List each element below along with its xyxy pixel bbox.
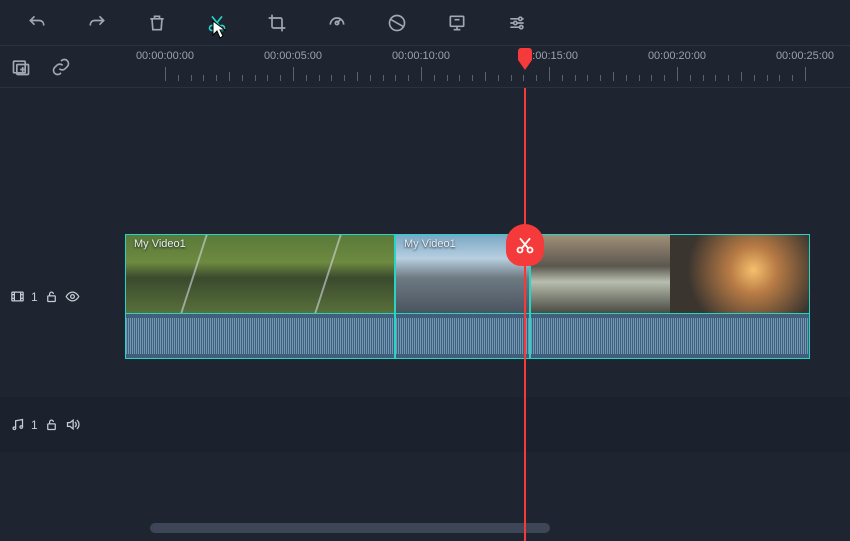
ruler-label: 00:00:10:00 — [392, 50, 450, 62]
ruler-tools — [0, 46, 125, 87]
clip-label: My Video1 — [404, 238, 456, 250]
horizontal-scrollbar[interactable] — [150, 523, 550, 533]
audio-track-index: 1 — [31, 418, 38, 432]
crop-button[interactable] — [262, 8, 292, 38]
lock-icon[interactable] — [44, 289, 59, 304]
audio-track-body[interactable] — [125, 397, 850, 452]
video-track-index: 1 — [31, 290, 38, 304]
cut-badge[interactable] — [506, 224, 544, 266]
ruler-label: 00:00:05:00 — [264, 50, 322, 62]
audio-track-head: 1 — [0, 417, 125, 432]
delete-button[interactable] — [142, 8, 172, 38]
split-button[interactable] — [202, 8, 232, 38]
audio-track-row: 1 — [0, 397, 850, 452]
video-track-head: 1 — [0, 289, 125, 304]
speaker-icon[interactable] — [65, 417, 80, 432]
ruler-label: 00:00:00:00 — [136, 50, 194, 62]
video-track-row: 1 My Video1 My Video1 — [0, 234, 850, 359]
ruler-label: 00:00:20:00 — [648, 50, 706, 62]
clip-label: My Video1 — [134, 238, 186, 250]
lock-icon[interactable] — [44, 417, 59, 432]
ruler-label: 00:00:25:00 — [776, 50, 834, 62]
time-ruler-row: 00:00:00:0000:00:05:0000:00:10:0000:00:1… — [0, 46, 850, 88]
speed-button[interactable] — [322, 8, 352, 38]
export-button[interactable] — [442, 8, 472, 38]
undo-button[interactable] — [22, 8, 52, 38]
music-icon — [10, 417, 25, 432]
redo-button[interactable] — [82, 8, 112, 38]
settings-button[interactable] — [502, 8, 532, 38]
color-button[interactable] — [382, 8, 412, 38]
playhead[interactable] — [524, 88, 526, 541]
audio-waveform[interactable] — [125, 314, 395, 359]
link-button[interactable] — [50, 56, 72, 78]
time-ruler[interactable]: 00:00:00:0000:00:05:0000:00:10:0000:00:1… — [125, 46, 850, 87]
gap-row — [0, 359, 850, 397]
timeline-area: 1 My Video1 My Video1 1 — [0, 88, 850, 541]
scissors-icon — [515, 235, 535, 255]
main-toolbar — [0, 0, 850, 46]
eye-icon[interactable] — [65, 289, 80, 304]
filmstrip-icon — [10, 289, 25, 304]
audio-waveform[interactable] — [530, 314, 810, 359]
video-track-body[interactable]: My Video1 My Video1 — [125, 234, 850, 359]
spacer-row — [0, 88, 850, 234]
video-clip[interactable]: My Video1 — [125, 234, 395, 314]
video-clip[interactable] — [530, 234, 810, 314]
audio-waveform[interactable] — [395, 314, 530, 359]
playhead-handle[interactable] — [518, 48, 532, 76]
add-track-button[interactable] — [10, 56, 32, 78]
